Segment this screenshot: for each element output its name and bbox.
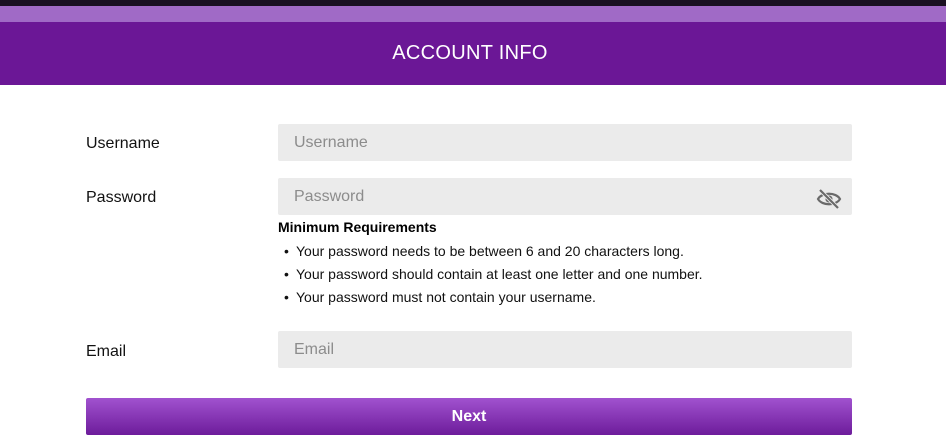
password-label: Password (86, 189, 157, 206)
email-input[interactable] (278, 331, 852, 368)
requirement-item: • Your password needs to be between 6 and… (278, 240, 852, 263)
requirement-text: Your password should contain at least on… (296, 266, 703, 282)
password-input[interactable] (278, 178, 852, 215)
bullet-icon: • (284, 243, 289, 259)
page-header: ACCOUNT INFO (0, 22, 946, 85)
username-label: Username (86, 135, 160, 152)
bullet-icon: • (284, 289, 289, 305)
requirement-item: • Your password must not contain your use… (278, 286, 852, 309)
requirements-title: Minimum Requirements (278, 219, 437, 235)
eye-slash-icon[interactable] (816, 188, 842, 210)
requirement-text: Your password must not contain your user… (296, 289, 596, 305)
requirement-item: • Your password should contain at least o… (278, 263, 852, 286)
password-requirements: Minimum Requirements • Your password need… (278, 218, 852, 309)
next-button[interactable]: Next (86, 398, 852, 435)
bullet-icon: • (284, 266, 289, 282)
requirements-list: • Your password needs to be between 6 and… (278, 240, 852, 309)
email-label: Email (86, 343, 127, 360)
requirement-text: Your password needs to be between 6 and … (296, 243, 684, 259)
username-input[interactable] (278, 124, 852, 161)
page-title: ACCOUNT INFO (392, 42, 548, 64)
top-accent-strip (0, 6, 946, 22)
